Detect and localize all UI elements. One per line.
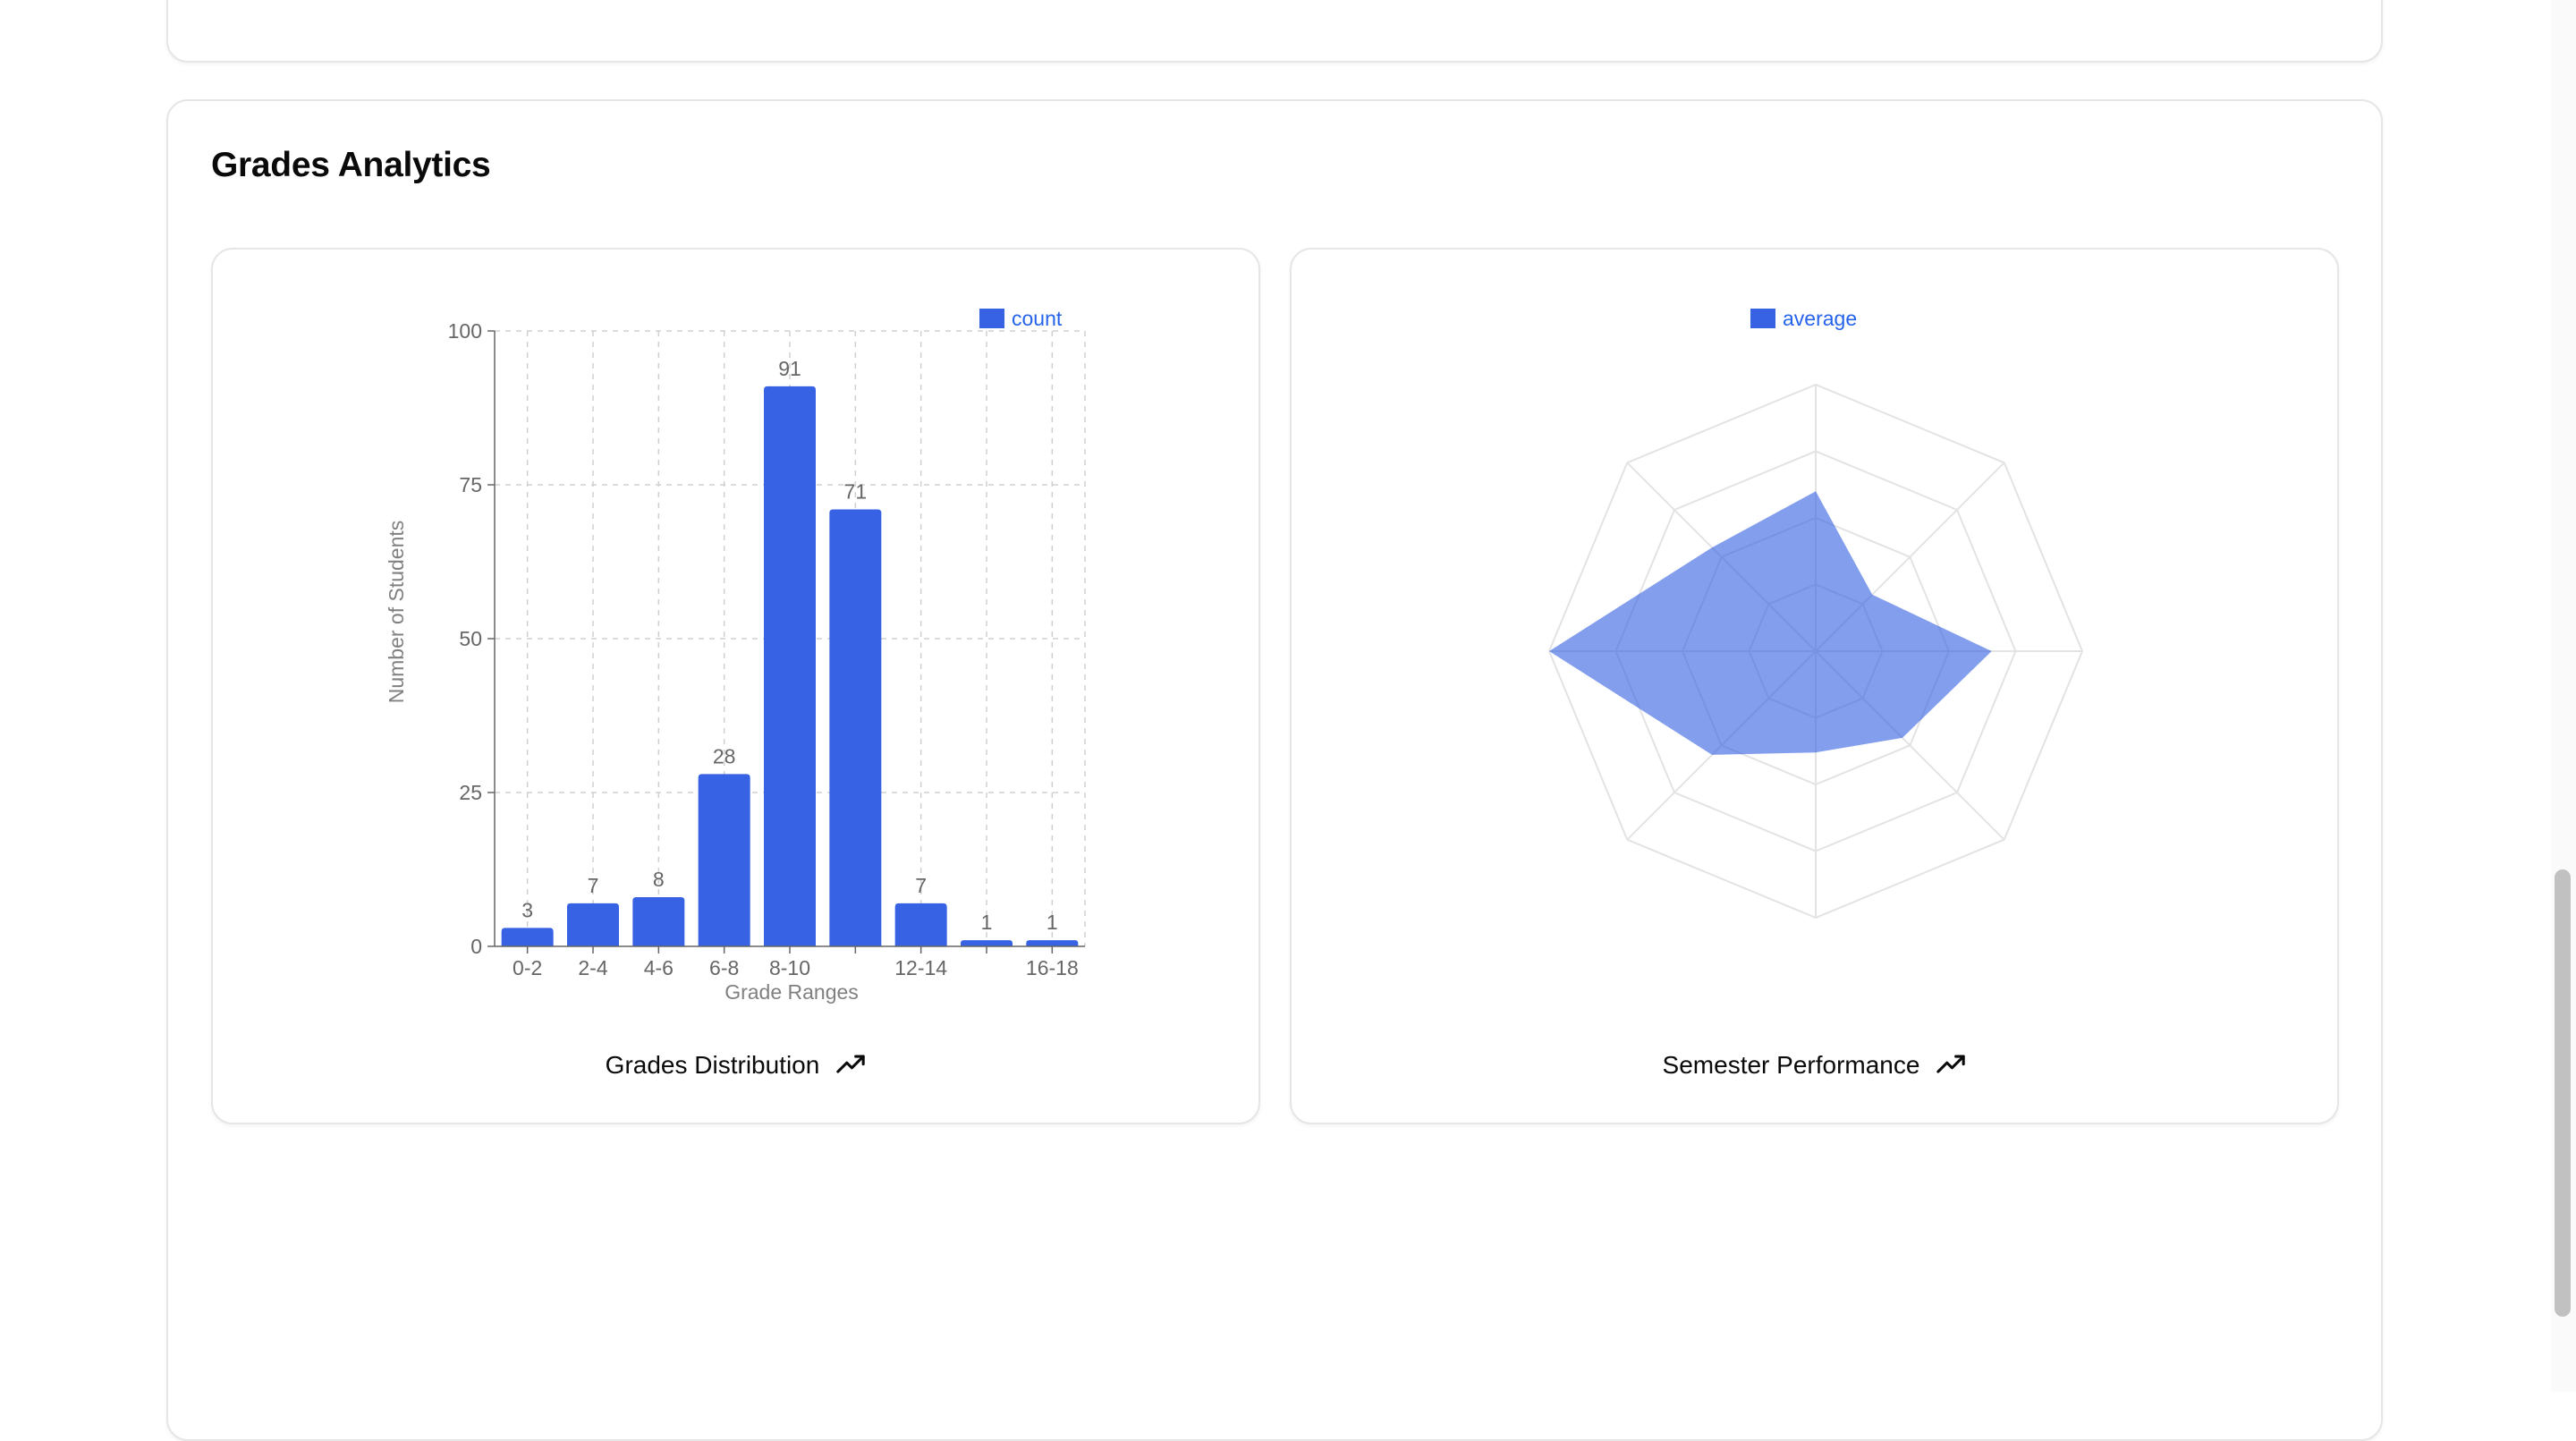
bar-value-label: 7 [915,874,927,897]
bar-value-label: 91 [778,357,801,380]
bar-0-2[interactable] [501,928,554,946]
x-tick-label: 16-18 [1026,956,1079,979]
trending-up-icon [836,1055,866,1073]
y-tick-label: 50 [459,627,482,650]
semester-performance-chart: average [1547,307,2084,920]
section-title: Grades Analytics [211,146,491,184]
bar-value-label: 8 [653,868,665,891]
grades-distribution-card: 0 25 50 75 100 3 0-2 7 2-4 8 4-6 28 6-8 91 8-10 71 7 12-1… [211,248,1260,1124]
y-axis-title: Number of Students [385,521,408,704]
semester-performance-caption-text: Semester Performance [1662,1051,1920,1079]
bar-value-label: 1 [1046,911,1058,934]
legend-swatch[interactable] [979,309,1004,328]
bar-4-6[interactable] [632,896,685,946]
bar-value-label: 28 [713,744,736,767]
previous-section-card [166,0,2383,63]
x-tick-label: 8-10 [769,956,810,979]
bar-10-12[interactable] [829,509,882,946]
trending-up-icon [1936,1055,1966,1073]
bar-8-10[interactable] [764,386,816,946]
y-tick-label: 75 [459,473,482,496]
semester-performance-card: average Semester Performance [1290,248,2339,1124]
grades-distribution-caption: Grades Distribution [213,1046,1258,1085]
legend-label[interactable]: average [1783,307,1857,330]
semester-performance-caption: Semester Performance [1292,1046,2337,1085]
bar-value-label: 1 [981,911,993,934]
x-axis-title: Grade Ranges [724,980,859,1004]
bar-value-label: 7 [588,874,599,897]
x-tick-label: 0-2 [513,956,542,979]
x-tick-label: 4-6 [644,956,674,979]
bar-2-4[interactable] [567,903,619,946]
page-scrollbar-thumb[interactable] [2555,869,2571,1317]
bar-6-8[interactable] [698,774,750,946]
y-tick-label: 100 [448,319,482,343]
x-tick-label: 12-14 [894,956,947,979]
legend-label[interactable]: count [1012,307,1063,330]
bar-14-16[interactable] [961,940,1013,946]
bar-16-18[interactable] [1026,940,1079,946]
x-tick-label: 6-8 [709,956,739,979]
radar-series-average[interactable] [1549,491,1992,755]
legend-swatch[interactable] [1750,309,1775,328]
bar-12-14[interactable] [894,903,947,946]
grades-distribution-caption-text: Grades Distribution [605,1051,820,1079]
bar-value-label: 71 [844,480,868,504]
y-tick-label: 0 [470,935,482,958]
bar-value-label: 3 [521,898,533,921]
grades-distribution-chart: 0 25 50 75 100 3 0-2 7 2-4 8 4-6 28 6-8 91 8-10 71 7 12-1… [385,307,1086,1004]
x-tick-label: 2-4 [578,956,607,979]
y-tick-label: 25 [459,781,482,804]
